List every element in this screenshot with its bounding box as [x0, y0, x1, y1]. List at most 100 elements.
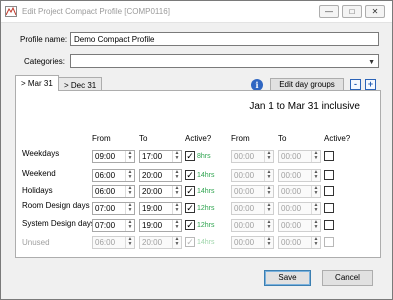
window-title: Edit Project Compact Profile [COMP0116] — [22, 7, 170, 16]
hours-label: 8hrs — [197, 153, 211, 160]
spinner-icon[interactable]: ▲ ▼ — [264, 220, 273, 231]
categories-combobox[interactable]: ▼ — [70, 54, 379, 68]
spinner-icon[interactable]: ▲ ▼ — [125, 203, 134, 214]
spinner-icon[interactable]: ▲ ▼ — [264, 170, 273, 181]
to-time-input[interactable]: 17:00 ▲ ▼ — [139, 150, 182, 163]
to-time-value: 20:00 — [142, 187, 163, 196]
from-time-input-2[interactable]: 00:00 ▲ ▼ — [231, 169, 274, 182]
from-time-input: 06:00 ▲ ▼ — [92, 236, 135, 249]
row-label: Holidays — [22, 186, 53, 195]
active-checkbox[interactable]: ✓ — [185, 186, 195, 196]
spinner-icon[interactable]: ▲ ▼ — [311, 170, 320, 181]
from-time-value-2: 00:00 — [234, 204, 255, 213]
from-time-input[interactable]: 06:00 ▲ ▼ — [92, 169, 135, 182]
active-checkbox-2 — [324, 237, 334, 247]
minimize-button[interactable]: — — [319, 5, 339, 18]
minimize-icon: — — [325, 7, 333, 16]
to-time-value: 20:00 — [142, 238, 163, 247]
from-time-value-2: 00:00 — [234, 221, 255, 230]
spinner-icon[interactable]: ▲ ▼ — [172, 186, 181, 197]
remove-period-button[interactable]: - — [350, 79, 361, 90]
to-time-input-2[interactable]: 00:00 ▲ ▼ — [278, 150, 321, 163]
active-checkbox-2[interactable] — [324, 203, 334, 213]
active-checkbox[interactable]: ✓ — [185, 220, 195, 230]
spinner-icon[interactable]: ▲ ▼ — [125, 151, 134, 162]
to-time-value-2: 00:00 — [281, 171, 302, 180]
spinner-icon[interactable]: ▲ ▼ — [172, 220, 181, 231]
active-checkbox[interactable]: ✓ — [185, 203, 195, 213]
from-time-input-2[interactable]: 00:00 ▲ ▼ — [231, 219, 274, 232]
to-time-input-2[interactable]: 00:00 ▲ ▼ — [278, 219, 321, 232]
to-time-input-2[interactable]: 00:00 ▲ ▼ — [278, 185, 321, 198]
close-icon: ✕ — [371, 7, 379, 16]
spinner-icon[interactable]: ▲ ▼ — [172, 151, 181, 162]
hours-label: 12hrs — [197, 205, 215, 212]
tab-mar-31[interactable]: > Mar 31 — [15, 75, 59, 91]
spinner-icon[interactable]: ▲ ▼ — [264, 186, 273, 197]
spinner-icon[interactable]: ▲ ▼ — [172, 170, 181, 181]
to-time-input-2[interactable]: 00:00 ▲ ▼ — [278, 202, 321, 215]
date-range-heading: Jan 1 to Mar 31 inclusive — [249, 101, 360, 112]
save-button[interactable]: Save — [264, 270, 311, 286]
active-checkbox[interactable]: ✓ — [185, 151, 195, 161]
cancel-button[interactable]: Cancel — [322, 270, 373, 286]
to-time-input-2[interactable]: 00:00 ▲ ▼ — [278, 169, 321, 182]
active-checkbox-2[interactable] — [324, 186, 334, 196]
spinner-icon: ▲ ▼ — [264, 237, 273, 248]
from-time-input[interactable]: 07:00 ▲ ▼ — [92, 202, 135, 215]
title-bar[interactable]: Edit Project Compact Profile [COMP0116] … — [1, 1, 392, 23]
spinner-icon[interactable]: ▲ ▼ — [125, 186, 134, 197]
from-time-value: 06:00 — [95, 187, 116, 196]
from-time-input[interactable]: 06:00 ▲ ▼ — [92, 185, 135, 198]
spinner-icon[interactable]: ▲ ▼ — [125, 170, 134, 181]
edit-profile-dialog: Edit Project Compact Profile [COMP0116] … — [0, 0, 393, 300]
from-time-input[interactable]: 09:00 ▲ ▼ — [92, 150, 135, 163]
to-time-input[interactable]: 20:00 ▲ ▼ — [139, 185, 182, 198]
row-label: System Design days — [22, 219, 95, 228]
active-checkbox[interactable]: ✓ — [185, 170, 195, 180]
to-time-input-2: 00:00 ▲ ▼ — [278, 236, 321, 249]
add-period-button[interactable]: + — [365, 79, 376, 90]
maximize-icon: □ — [349, 7, 355, 16]
from-time-value: 07:00 — [95, 221, 116, 230]
spinner-icon[interactable]: ▲ ▼ — [311, 220, 320, 231]
to-time-value-2: 00:00 — [281, 204, 302, 213]
col-to-2: To — [278, 134, 287, 143]
to-time-input[interactable]: 20:00 ▲ ▼ — [139, 169, 182, 182]
hours-label: 12hrs — [197, 222, 215, 229]
row-label: Weekend — [22, 169, 56, 178]
col-active: Active? — [185, 134, 212, 143]
to-time-input[interactable]: 19:00 ▲ ▼ — [139, 219, 182, 232]
active-checkbox-2[interactable] — [324, 151, 334, 161]
from-time-input-2: 00:00 ▲ ▼ — [231, 236, 274, 249]
col-active-2: Active? — [324, 134, 351, 143]
from-time-value: 07:00 — [95, 204, 116, 213]
to-time-input: 20:00 ▲ ▼ — [139, 236, 182, 249]
from-time-input-2[interactable]: 00:00 ▲ ▼ — [231, 185, 274, 198]
from-time-input-2[interactable]: 00:00 ▲ ▼ — [231, 202, 274, 215]
to-time-value-2: 00:00 — [281, 152, 302, 161]
profile-name-input[interactable]: Demo Compact Profile — [70, 32, 379, 46]
spinner-icon[interactable]: ▲ ▼ — [311, 186, 320, 197]
spinner-icon[interactable]: ▲ ▼ — [264, 203, 273, 214]
from-time-input[interactable]: 07:00 ▲ ▼ — [92, 219, 135, 232]
active-checkbox-2[interactable] — [324, 170, 334, 180]
spinner-icon[interactable]: ▲ ▼ — [311, 203, 320, 214]
from-time-value-2: 00:00 — [234, 238, 255, 247]
to-time-value: 19:00 — [142, 221, 163, 230]
to-time-value: 20:00 — [142, 171, 163, 180]
to-time-value-2: 00:00 — [281, 187, 302, 196]
close-button[interactable]: ✕ — [365, 5, 385, 18]
profile-name-label: Profile name: — [20, 35, 68, 44]
hours-label: 14hrs — [197, 239, 215, 246]
spinner-icon[interactable]: ▲ ▼ — [264, 151, 273, 162]
from-time-value-2: 00:00 — [234, 187, 255, 196]
spinner-icon[interactable]: ▲ ▼ — [172, 203, 181, 214]
to-time-value: 17:00 — [142, 152, 163, 161]
spinner-icon[interactable]: ▲ ▼ — [311, 151, 320, 162]
to-time-input[interactable]: 19:00 ▲ ▼ — [139, 202, 182, 215]
from-time-input-2[interactable]: 00:00 ▲ ▼ — [231, 150, 274, 163]
maximize-button[interactable]: □ — [342, 5, 362, 18]
active-checkbox-2[interactable] — [324, 220, 334, 230]
spinner-icon[interactable]: ▲ ▼ — [125, 220, 134, 231]
